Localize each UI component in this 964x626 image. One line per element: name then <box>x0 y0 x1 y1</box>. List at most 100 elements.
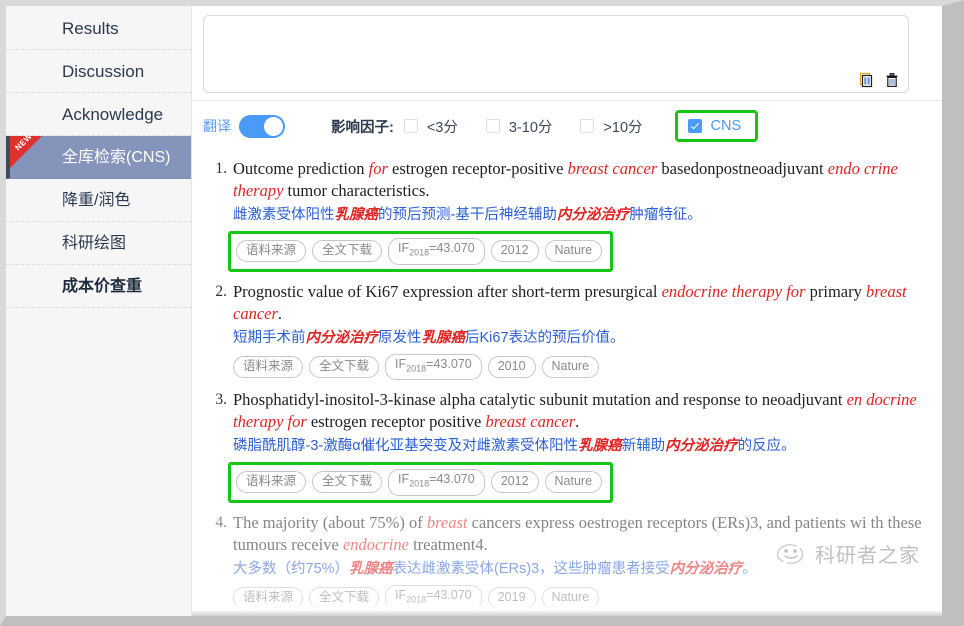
title-text: The majority (about 75%) of <box>233 512 427 532</box>
result-tag[interactable]: IF2018=43.070 <box>388 469 485 496</box>
result-tag[interactable]: 语料来源 <box>233 586 304 609</box>
result-tag[interactable]: 全文下载 <box>312 240 383 263</box>
result-tags: 语料来源 全文下载 IF2018=43.070 2019 Nature <box>233 584 600 611</box>
sidebar-item-4[interactable]: 降重/润色 <box>6 179 191 222</box>
if-prefix: IF <box>395 356 407 371</box>
title-keyword: breast <box>426 512 468 532</box>
sidebar-item-label: 成本价查重 <box>62 278 143 295</box>
sidebar-item-6[interactable]: 成本价查重 <box>6 265 191 308</box>
translation-keyword: 内分泌治疗 <box>665 438 738 454</box>
result-tag[interactable]: Nature <box>541 355 600 378</box>
if-year: 2018 <box>409 478 430 489</box>
result-tag[interactable]: 语料来源 <box>236 471 307 494</box>
filter-label: CNS <box>710 118 742 134</box>
filter-checkbox-3[interactable]: CNS <box>687 118 742 134</box>
new-badge-ribbon <box>10 136 43 169</box>
results-list: 1. Outcome prediction for estrogen recept… <box>203 158 936 616</box>
if-year: 2018 <box>409 247 430 258</box>
checkbox-box-icon <box>580 119 595 133</box>
if-prefix: IF <box>395 587 407 602</box>
sidebar-item-5[interactable]: 科研绘图 <box>6 222 191 265</box>
result-number: 3. <box>215 391 227 408</box>
translation-text: 大多数（约75%） <box>233 560 350 577</box>
sidebar-item-1[interactable]: Discussion <box>6 50 191 93</box>
title-text: estrogen receptor positive <box>306 412 486 431</box>
if-year: 2018 <box>406 594 427 604</box>
result-tag[interactable]: Nature <box>541 586 600 609</box>
input-card-actions <box>859 72 900 88</box>
result-translation: 磷脂酰肌醇-3-激酶α催化亚基突变及对雌激素受体阳性乳腺癌新辅助内分泌治疗的反应… <box>233 436 936 457</box>
toggle-knob <box>264 116 283 136</box>
title-keyword: breast cancer <box>485 412 576 431</box>
title-keyword: endocrine therapy for <box>661 281 806 301</box>
new-badge-label: NEW <box>13 136 34 153</box>
title-keyword: breast cancer <box>567 159 658 178</box>
result-tag[interactable]: IF2018=43.070 <box>385 353 482 380</box>
title-text: estrogen receptor-positive <box>387 159 568 178</box>
result-tag[interactable]: 2010 <box>487 355 536 378</box>
sidebar-item-0[interactable]: Results <box>6 7 191 50</box>
sidebar-item-label: Acknowledge <box>62 105 164 124</box>
filter-checkbox-2[interactable]: >10分 <box>580 116 643 137</box>
copy-icon[interactable] <box>859 72 875 88</box>
result-tag[interactable]: Nature <box>544 471 603 494</box>
translate-toggle[interactable] <box>239 114 285 138</box>
if-value: =43.070 <box>426 356 472 371</box>
cns-highlight-box: CNS <box>674 110 759 142</box>
result-tag[interactable]: 全文下载 <box>309 586 380 609</box>
result-tag[interactable]: 语料来源 <box>233 355 304 378</box>
checkbox-box-icon <box>485 119 500 133</box>
filter-label: 3-10分 <box>508 119 553 136</box>
result-translation: 大多数（约75%）乳腺癌表达雌激素受体(ERs)3，这些肿瘤患者接受内分泌治疗。 <box>233 559 936 580</box>
result-tag[interactable]: 2012 <box>490 471 539 494</box>
result-tag[interactable]: 全文下载 <box>312 471 383 494</box>
result-tag[interactable]: Nature <box>544 240 603 263</box>
filter-checkbox-0[interactable]: <3分 <box>403 116 458 137</box>
sidebar-item-3[interactable]: NEW 全库检索(CNS) <box>6 136 191 179</box>
translation-text: 新辅助 <box>621 438 666 454</box>
sidebar-item-label: Results <box>62 19 119 38</box>
result-title[interactable]: Outcome prediction for estrogen receptor… <box>233 158 936 202</box>
if-year: 2018 <box>406 363 427 373</box>
result-title[interactable]: Phosphatidyl-inositol-3-kinase alpha cat… <box>233 389 936 433</box>
result-tag[interactable]: 2019 <box>487 586 536 609</box>
title-text: . <box>575 412 580 431</box>
translation-keyword: 乳腺癌 <box>349 560 393 577</box>
result-tags: 语料来源 全文下载 IF2018=43.070 2012 Nature <box>228 462 614 503</box>
translation-keyword: 内分泌治疗 <box>556 207 630 223</box>
title-keyword: for <box>368 159 388 178</box>
result-tag[interactable]: 全文下载 <box>309 355 380 378</box>
result-number: 4. <box>215 513 227 531</box>
result-title[interactable]: Prognostic value of Ki67 expression afte… <box>233 281 936 325</box>
if-prefix: IF <box>398 241 410 255</box>
translation-text: 的预后预测-基干后神经辅助 <box>378 207 557 223</box>
filter-label: <3分 <box>426 119 458 136</box>
translation-text: 短期手术前 <box>233 329 306 346</box>
result-number: 2. <box>215 282 227 300</box>
impact-factor-filters: <3分 3-10分 >10分 CNS <box>403 110 759 142</box>
result-tag[interactable]: 语料来源 <box>236 240 307 263</box>
translation-keyword: 乳腺癌 <box>578 438 622 454</box>
sidebar-item-2[interactable]: Acknowledge <box>6 93 191 136</box>
translation-text: 原发性 <box>378 329 422 346</box>
trash-icon[interactable] <box>884 72 900 88</box>
result-item: 1. Outcome prediction for estrogen recept… <box>203 158 936 272</box>
sidebar-item-label: 降重/润色 <box>62 192 131 209</box>
result-tag[interactable]: 2012 <box>490 240 539 263</box>
title-text: Prognostic value of Ki67 expression afte… <box>233 281 662 301</box>
if-value: =43.070 <box>429 241 475 255</box>
result-title[interactable]: The majority (about 75%) of breast cance… <box>233 512 936 556</box>
checkbox-box-icon <box>687 119 702 133</box>
translation-keyword: 乳腺癌 <box>421 329 466 346</box>
title-text: treatment4. <box>408 534 488 554</box>
result-tags: 语料来源 全文下载 IF2018=43.070 2010 Nature <box>233 353 600 380</box>
title-text: . <box>277 303 283 323</box>
filter-checkbox-1[interactable]: 3-10分 <box>485 116 553 137</box>
title-text: Outcome prediction <box>233 159 369 178</box>
result-tag[interactable]: IF2018=43.070 <box>388 238 485 265</box>
translation-text: 。 <box>742 560 757 577</box>
result-translation: 雌激素受体阳性乳腺癌的预后预测-基干后神经辅助内分泌治疗肿瘤特征。 <box>233 205 936 226</box>
query-input-card[interactable] <box>203 15 909 93</box>
result-tag[interactable]: IF2018=43.070 <box>385 584 482 611</box>
translation-keyword: 内分泌治疗 <box>305 329 379 346</box>
